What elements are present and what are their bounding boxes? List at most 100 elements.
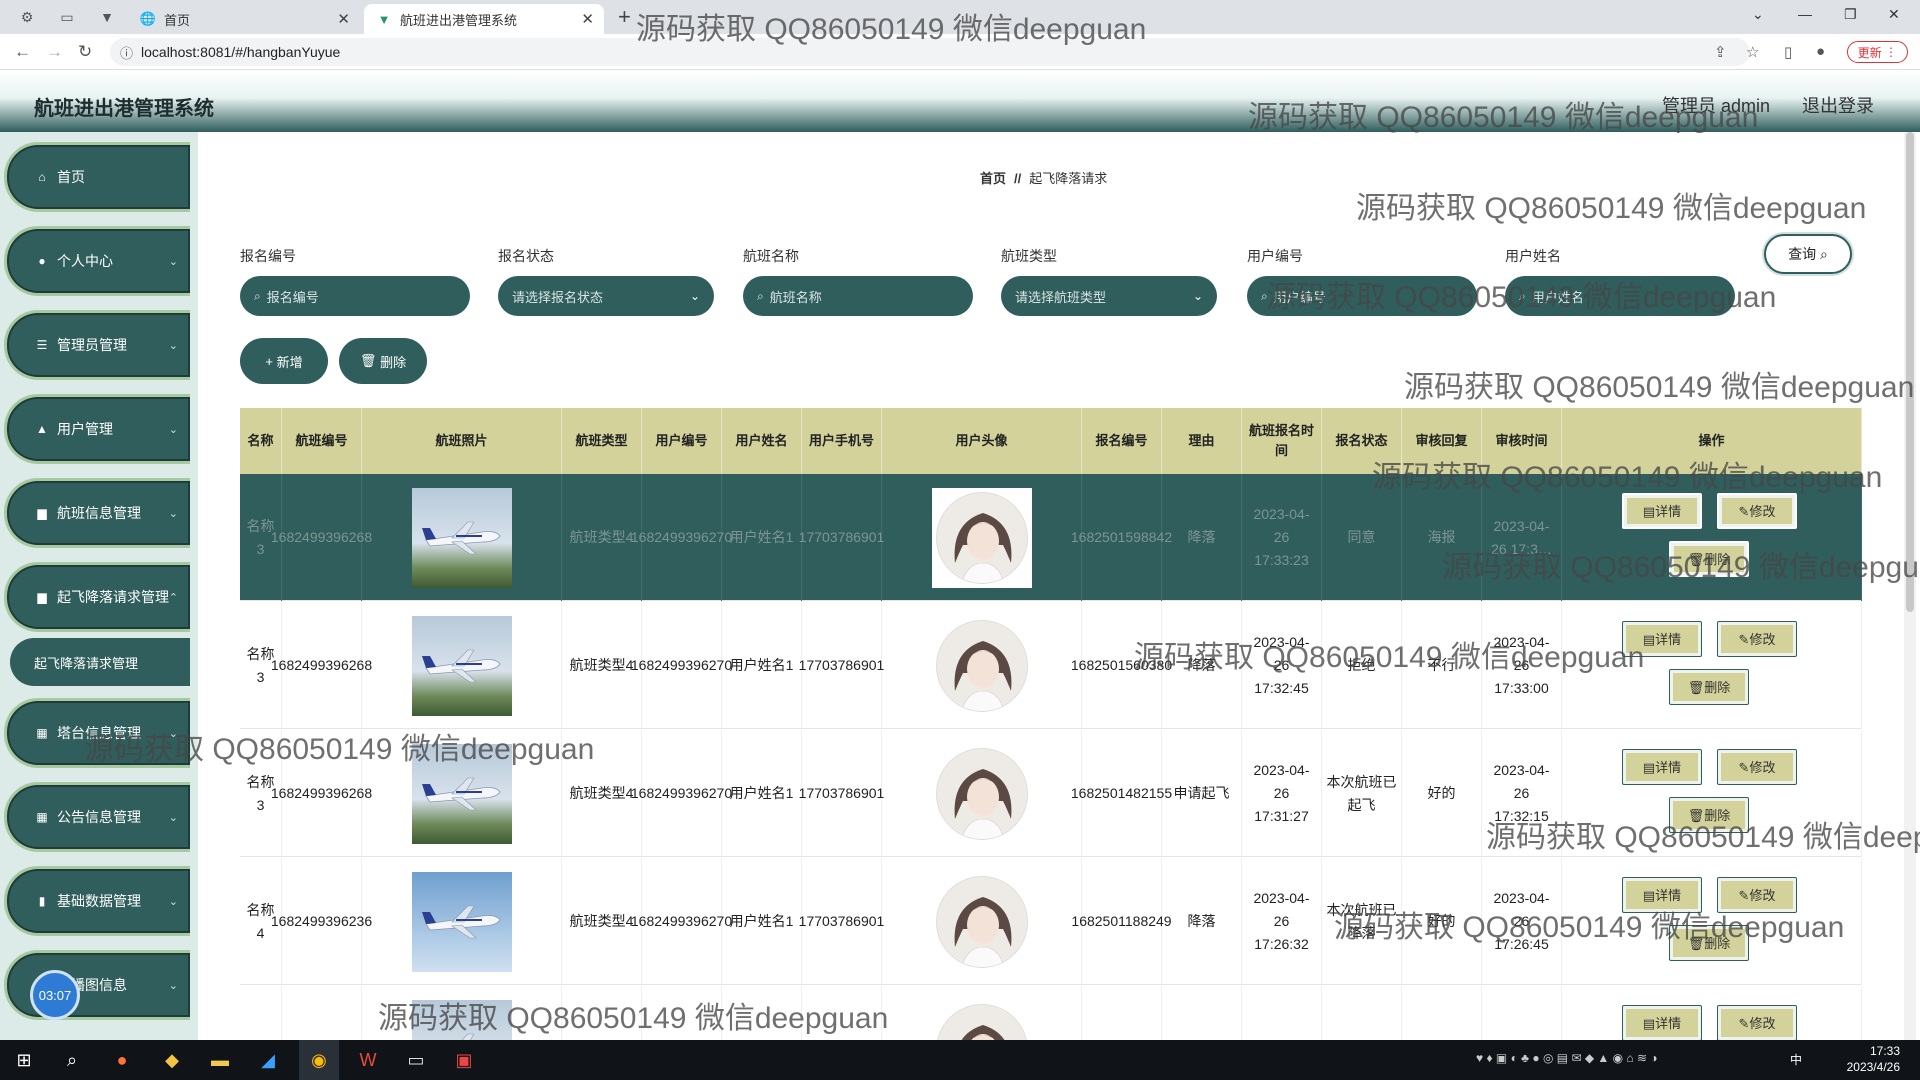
tray-icons[interactable]: ♥ ♦ ▣ ◐ ♣ ● ◎ ▤ ✉ ◆ ▲ ◉ ⌂ ≋ ◑ [1476, 1051, 1658, 1065]
edit-button[interactable]: ✎ 修改 [1717, 749, 1797, 785]
avatar[interactable] [935, 619, 1028, 712]
detail-button[interactable]: ▤ 详情 [1622, 621, 1702, 657]
operations-cell: ▤ 详情✎ 修改🗑 删除 [1562, 986, 1862, 1040]
chrome-icon[interactable]: ◉ [307, 1048, 331, 1072]
row-delete-button[interactable]: 🗑 删除 [1669, 669, 1749, 705]
sidebar-item-notices[interactable]: ▦ 公告信息管理 ⌄ [4, 782, 190, 852]
table-row[interactable]: 名称4 1682499396236 航班类型4 1682499396270 用户姓名1 1… [240, 858, 1862, 985]
cell-phone: 17703786901 [799, 730, 884, 857]
avatar[interactable] [935, 491, 1028, 584]
tray-clock[interactable]: 17:33 2023/4/26 [1847, 1043, 1900, 1075]
edit-button[interactable]: ✎ 修改 [1717, 1005, 1797, 1040]
filter-flight-name-input[interactable]: ⌕ 航班名称 [743, 276, 973, 316]
sidebar-item-requests[interactable]: ▆ 起飞降落请求管理 ⌃ [4, 562, 190, 632]
column-header: 航班报名时间 [1242, 408, 1322, 474]
add-button[interactable]: + 新增 [240, 338, 328, 384]
sidebar-item-profile[interactable]: ● 个人中心 ⌄ [4, 226, 190, 296]
tab-search-icon[interactable]: ⌄ [1752, 6, 1764, 23]
restore-icon[interactable]: ❐ [1844, 6, 1857, 23]
new-tab-icon[interactable]: + [618, 4, 631, 30]
minimize-icon[interactable]: — [1798, 6, 1812, 22]
flight-photo[interactable] [411, 999, 512, 1040]
flight-photo-cell [362, 602, 562, 729]
close-icon[interactable]: ✕ [581, 10, 594, 28]
browser-settings-icon[interactable]: ⚙ [16, 6, 38, 28]
back-icon[interactable]: ← [14, 42, 31, 62]
bookmark-star-icon[interactable]: ☆ [1746, 43, 1759, 61]
recording-timer[interactable]: 03:07 [30, 970, 80, 1020]
search-icon[interactable]: ⌕ [60, 1048, 84, 1072]
table-row[interactable]: 名称3 1682499396268 航班类型4 1682499396270 用户姓名1 1… [240, 602, 1862, 729]
sidebar-item-home[interactable]: ⌂ 首页 [4, 142, 190, 212]
profile-icon[interactable]: ● [1816, 43, 1825, 60]
flight-photo[interactable] [411, 743, 512, 844]
avatar[interactable] [935, 1003, 1028, 1040]
sidepanel-icon[interactable]: ▯ [1784, 43, 1792, 61]
flight-photo[interactable] [411, 615, 512, 716]
forward-icon[interactable]: → [46, 42, 63, 62]
breadcrumb-home[interactable]: 首页 [980, 171, 1006, 186]
detail-button[interactable]: ▤ 详情 [1622, 877, 1702, 913]
site-info-icon[interactable]: ⓘ [120, 43, 133, 62]
tab-home[interactable]: 🌐 首页 ✕ [128, 4, 360, 34]
filter-user-name-input[interactable]: ⌕ 用户姓名 [1505, 276, 1735, 316]
search-button[interactable]: 查询 ⌕ [1764, 234, 1852, 274]
doc-icon: ▆ [37, 590, 47, 604]
delete-button[interactable]: 🗑 删除 [339, 338, 427, 384]
sidebar-item-basedata[interactable]: ▮ 基础数据管理 ⌄ [4, 866, 190, 936]
detail-button[interactable]: ▤ 详情 [1622, 1005, 1702, 1040]
cell-type: 航班类型 [562, 986, 642, 1040]
flight-photo[interactable] [411, 871, 512, 972]
file-explorer-icon[interactable]: ▬ [208, 1048, 232, 1072]
operations-cell: ▤ 详情 ✎ 修改 🗑 删除 [1562, 474, 1862, 601]
tab-active[interactable]: ▼ 航班进出港管理系统 ✕ [364, 4, 604, 34]
sidebar-item-users[interactable]: ▲ 用户管理 ⌄ [4, 394, 190, 464]
logout-link[interactable]: 退出登录 [1802, 92, 1874, 118]
filter-user-no-input[interactable]: ⌕ 用户编号 [1247, 276, 1477, 316]
filter-status-select[interactable]: 请选择报名状态 ⌄ [498, 276, 714, 316]
edit-button[interactable]: ✎ 修改 [1717, 621, 1797, 657]
sidebar-item-flights[interactable]: ▆ 航班信息管理 ⌄ [4, 478, 190, 548]
sidebar-subitem-requests[interactable]: 起飞降落请求管理 [10, 638, 190, 686]
table-row[interactable]: 名称3 1682499396268 航班类型4 1682499396270 用户姓名1 1… [240, 730, 1862, 857]
vue-favicon-icon[interactable]: ▼ [96, 6, 118, 28]
edit-button[interactable]: ✎ 修改 [1717, 493, 1797, 529]
vscode-icon[interactable]: ◢ [256, 1048, 280, 1072]
row-delete-button[interactable]: 🗑 删除 [1669, 925, 1749, 961]
page-scrollbar[interactable] [1904, 132, 1916, 1040]
windows-start-icon[interactable]: ⊞ [12, 1048, 36, 1072]
filter-flight-type-select[interactable]: 请选择航班类型 ⌄ [1001, 276, 1217, 316]
ime-indicator[interactable]: 中 [1790, 1051, 1802, 1068]
row-delete-button[interactable]: 🗑 删除 [1669, 541, 1749, 577]
sidebar-item-label: 基础数据管理 [57, 893, 141, 909]
detail-button[interactable]: ▤ 详情 [1622, 493, 1702, 529]
flight-photo[interactable] [411, 487, 512, 588]
delete-button-label: 删除 [380, 354, 407, 370]
address-bar[interactable]: ⓘ localhost:8081/#/hangbanYuyue [110, 38, 1750, 66]
idea-icon[interactable]: ▣ [452, 1048, 476, 1072]
row-delete-button[interactable]: 🗑 删除 [1669, 797, 1749, 833]
share-icon[interactable]: ⇪ [1714, 43, 1727, 61]
sidebar-item-tower[interactable]: ▦ 塔台信息管理 ⌄ [4, 698, 190, 768]
browser-page-icon[interactable]: ▭ [56, 6, 78, 28]
avatar[interactable] [935, 747, 1028, 840]
avatar-frame [935, 619, 1028, 712]
filter-req-no-input[interactable]: ⌕ 报名编号 [240, 276, 470, 316]
filter-label: 用户姓名 [1505, 248, 1561, 264]
firefox-icon[interactable]: ● [110, 1048, 134, 1072]
terminal-icon[interactable]: ▭ [404, 1048, 428, 1072]
close-icon[interactable]: ✕ [337, 10, 350, 28]
edit-button[interactable]: ✎ 修改 [1717, 877, 1797, 913]
wps-icon[interactable]: W [356, 1048, 380, 1072]
table-row[interactable]: 名称3 1682499396268 航班类型4 1682499396270 用户姓名1 1… [240, 474, 1862, 601]
op-button-label: 修改 [1749, 503, 1776, 519]
avatar[interactable] [935, 875, 1028, 968]
table-row[interactable]: 名称1682499航班类型1682499用户姓名1770378168250020… [240, 986, 1862, 1040]
update-button[interactable]: 更新 ⋮ [1846, 41, 1908, 63]
window-close-icon[interactable]: ✕ [1888, 6, 1900, 23]
app-icon[interactable]: ◆ [160, 1048, 184, 1072]
scrollbar-thumb[interactable] [1906, 132, 1914, 612]
reload-icon[interactable]: ↻ [78, 42, 92, 62]
detail-button[interactable]: ▤ 详情 [1622, 749, 1702, 785]
sidebar-item-admins[interactable]: ☰ 管理员管理 ⌄ [4, 310, 190, 380]
